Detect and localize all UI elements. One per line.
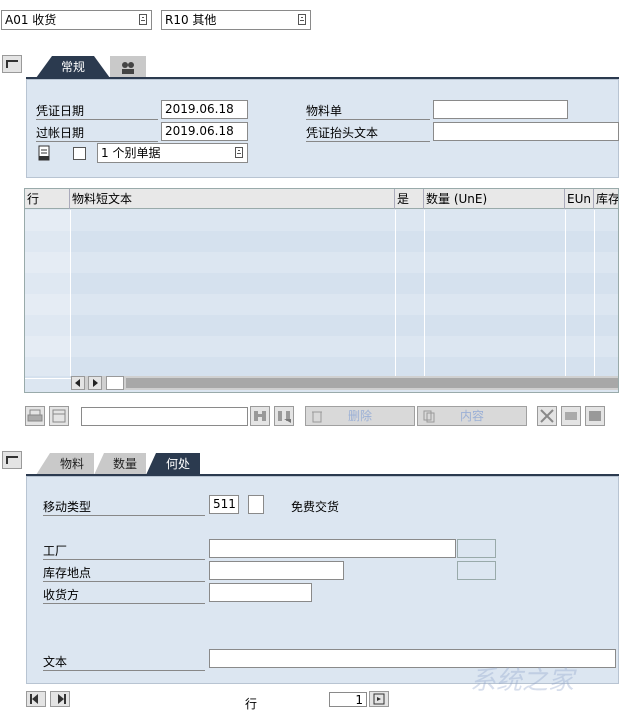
slip-option-select[interactable]: 1 个别单据 [97, 143, 248, 163]
col-header-ok[interactable]: 是 [395, 189, 424, 209]
layout-icon [589, 411, 601, 421]
tab-material[interactable]: 物料 [50, 453, 94, 475]
tab-general-label: 常规 [60, 60, 85, 74]
people-icon [122, 61, 134, 74]
storage-input[interactable] [209, 561, 344, 580]
contents-label: 内容 [459, 409, 484, 423]
items-grid: 行 物料短文本 是 数量 (UnE) EUn 库存 [24, 188, 619, 393]
dropdown-icon[interactable] [235, 147, 243, 158]
plant-label: 工厂 [43, 542, 205, 560]
print-button[interactable] [25, 406, 45, 426]
next-item-icon [58, 694, 66, 704]
tab-where[interactable]: 何处 [156, 453, 200, 475]
grid-body [25, 210, 618, 379]
copy-icon [423, 410, 435, 423]
text-label: 文本 [43, 653, 205, 671]
reference-value: R10 其他 [165, 13, 217, 27]
transaction-select[interactable]: A01 收货 [1, 10, 152, 30]
dropdown-icon[interactable] [298, 14, 306, 25]
movement-desc: 免费交货 [291, 500, 340, 514]
storage-code-display [457, 561, 496, 580]
tab-where-label: 何处 [165, 457, 190, 471]
scroll-right-button[interactable] [88, 376, 102, 390]
recipient-label: 收货方 [43, 586, 205, 604]
watermark-logo: 系统之家 [470, 666, 575, 696]
grid-header: 行 物料短文本 是 数量 (UnE) EUn 库存 [25, 189, 618, 209]
col-header-stock[interactable]: 库存 [594, 189, 618, 209]
tab-quantity[interactable]: 数量 [104, 453, 146, 475]
collapse-icon [6, 456, 18, 464]
prev-item-icon [30, 694, 38, 704]
table-row[interactable] [25, 210, 618, 232]
transaction-value: A01 收货 [5, 13, 57, 27]
layout-button[interactable] [585, 406, 605, 426]
reference-select[interactable]: R10 其他 [161, 10, 311, 30]
print-checkbox[interactable] [73, 147, 86, 160]
trash-icon [312, 411, 322, 423]
prev-item-button[interactable] [26, 691, 46, 707]
binoculars-icon [254, 411, 266, 421]
collapse-header-button[interactable] [2, 55, 22, 73]
material-slip-label: 物料单 [306, 102, 430, 120]
col-header-line[interactable]: 行 [25, 189, 70, 209]
print-document-icon[interactable] [36, 145, 52, 161]
table-row[interactable] [25, 315, 618, 337]
dropdown-icon[interactable] [139, 14, 147, 25]
tab-general[interactable]: 常规 [52, 56, 94, 78]
doc-date-label: 凭证日期 [36, 102, 158, 120]
collapse-detail-button[interactable] [2, 451, 22, 469]
next-item-button[interactable] [50, 691, 70, 707]
col-header-qty[interactable]: 数量 (UnE) [424, 189, 565, 209]
collapse-button[interactable] [561, 406, 581, 426]
find-next-button[interactable] [274, 406, 294, 426]
movement-type-input[interactable]: 511 [209, 495, 239, 514]
filter-icon [52, 409, 66, 423]
tab-material-label: 物料 [59, 457, 84, 471]
arrow-left-icon [75, 379, 80, 387]
table-row[interactable] [25, 336, 618, 358]
scroll-left-button[interactable] [71, 376, 85, 390]
table-row[interactable] [25, 294, 618, 316]
goto-icon [373, 693, 385, 705]
doc-date-input[interactable]: 2019.06.18 [161, 100, 248, 119]
row-number-input[interactable]: 1 [329, 692, 367, 707]
header-text-label: 凭证抬头文本 [306, 124, 430, 142]
goto-row-button[interactable] [369, 691, 389, 707]
grid-scrollbar[interactable] [71, 376, 618, 390]
slip-option-value: 1 个别单据 [101, 146, 161, 160]
find-button[interactable] [250, 406, 270, 426]
table-row[interactable] [25, 231, 618, 253]
tab-people[interactable] [110, 56, 146, 78]
arrow-right-icon [93, 379, 98, 387]
plant-code-display [457, 539, 496, 558]
header-text-input[interactable] [433, 122, 619, 141]
table-row[interactable] [25, 252, 618, 274]
movement-indicator-input[interactable] [248, 495, 264, 514]
col-header-text[interactable]: 物料短文本 [70, 189, 395, 209]
collapse-icon [6, 60, 18, 68]
filter-button[interactable] [49, 406, 69, 426]
collapse-rows-icon [565, 412, 577, 420]
delete-label: 删除 [347, 409, 372, 423]
posting-date-label: 过帐日期 [36, 124, 158, 142]
expand-icon [540, 409, 554, 423]
table-row[interactable] [25, 273, 618, 295]
scroll-thumb[interactable] [106, 376, 124, 390]
delete-button[interactable]: 删除 [305, 406, 415, 426]
expand-button[interactable] [537, 406, 557, 426]
plant-input[interactable] [209, 539, 456, 558]
contents-button[interactable]: 内容 [417, 406, 527, 426]
find-input[interactable] [81, 407, 248, 426]
col-header-eun[interactable]: EUn [565, 189, 594, 209]
storage-label: 库存地点 [43, 564, 205, 582]
find-next-icon [278, 411, 291, 423]
material-slip-input[interactable] [433, 100, 568, 119]
recipient-input[interactable] [209, 583, 312, 602]
movement-type-label: 移动类型 [43, 498, 205, 516]
tab-quantity-label: 数量 [112, 457, 137, 471]
footer-row-label: 行 [245, 697, 258, 711]
printer-icon [27, 409, 43, 422]
posting-date-input[interactable]: 2019.06.18 [161, 122, 248, 141]
